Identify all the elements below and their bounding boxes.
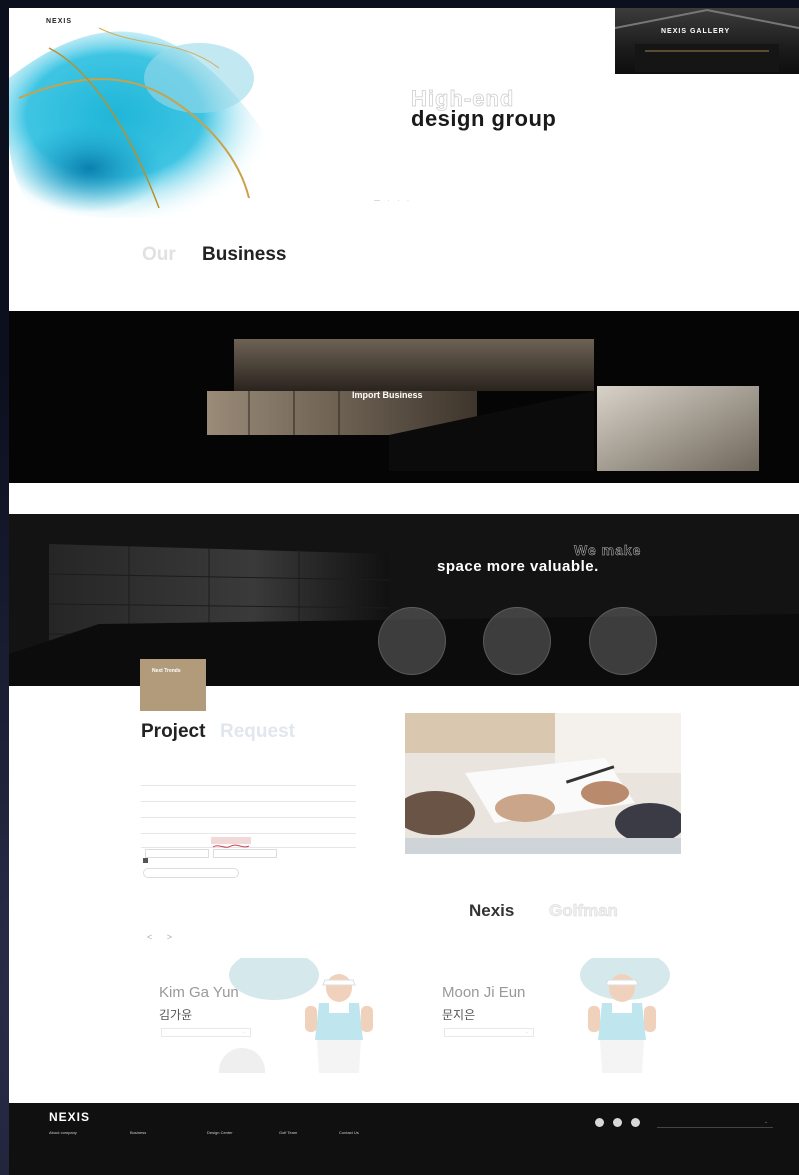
footer-col-golf[interactable]: Golf Team: [279, 1130, 297, 1135]
gallery-roof-art: [615, 8, 799, 72]
site-logo[interactable]: NEXIS: [46, 18, 72, 25]
value-circle-2[interactable]: [483, 607, 551, 675]
player-2-profile-button[interactable]: [444, 1028, 534, 1037]
trend-card[interactable]: [140, 659, 206, 711]
golfman-title-light: Golfman: [549, 901, 618, 921]
value-circle-3[interactable]: [589, 607, 657, 675]
meeting-photo: [405, 713, 681, 854]
sns-blog-icon[interactable]: [631, 1118, 640, 1127]
agree-checkbox[interactable]: [143, 858, 148, 863]
player-1-name-ko: 김가윤: [159, 1008, 193, 1022]
carousel-arrows[interactable]: < >: [147, 932, 178, 942]
player-card-1[interactable]: Kim Ga Yun 김가윤 →: [149, 958, 412, 1073]
space-headline: space more valuable.: [437, 558, 599, 575]
sns-youtube-icon[interactable]: [613, 1118, 622, 1127]
player-2-photo: [588, 974, 656, 1073]
business-title-light: Our: [142, 244, 176, 265]
form-divider: [141, 833, 356, 834]
hero-section: NEXIS NEXIS GALLERY High-end design grou…: [9, 8, 799, 226]
project-title-dark: Project: [141, 721, 206, 742]
submit-button[interactable]: [143, 868, 239, 878]
footer-col-design[interactable]: Design Center: [207, 1130, 233, 1135]
arrow-right-icon: →: [241, 1029, 246, 1035]
chevron-down-icon: ⌄: [764, 1119, 769, 1125]
watercolor-art: [9, 27, 276, 218]
gallery-card[interactable]: NEXIS GALLERY: [615, 8, 799, 74]
captcha-image: [211, 837, 251, 848]
golfman-title-dark: Nexis: [469, 901, 515, 920]
player-2-name-en: Moon Ji Eun: [442, 984, 526, 1001]
form-divider: [141, 817, 356, 818]
footer-col-business[interactable]: Business: [130, 1130, 146, 1135]
player-1-name-en: Kim Ga Yun: [159, 984, 239, 1001]
hero-slider-indicator[interactable]: — · · ·: [374, 198, 412, 204]
player-card-2[interactable]: Moon Ji Eun 문지은 →: [430, 958, 693, 1073]
sns-instagram-icon[interactable]: [595, 1118, 604, 1127]
value-circle-1[interactable]: [378, 607, 446, 675]
footer-col-contact[interactable]: Contact Us: [339, 1130, 359, 1135]
business-card-label: Import Business: [352, 390, 423, 400]
project-title-light: Request: [220, 721, 295, 742]
player-1-profile-button[interactable]: [161, 1028, 251, 1037]
player-card-1-deco-2: [219, 1048, 265, 1073]
arrow-right-icon: →: [524, 1029, 529, 1035]
business-title-dark: Business: [202, 244, 287, 265]
trend-card-title: Next Trends: [152, 668, 181, 674]
family-site-select[interactable]: [657, 1118, 773, 1128]
form-divider: [141, 785, 356, 786]
form-option-button-2[interactable]: [213, 849, 277, 858]
form-divider: [141, 801, 356, 802]
website-page: NEXIS NEXIS GALLERY High-end design grou…: [9, 8, 799, 1175]
footer-logo[interactable]: NEXIS: [49, 1110, 90, 1124]
footer-col-about[interactable]: About company: [49, 1130, 77, 1135]
meeting-photo-art: [405, 713, 681, 854]
hero-title: design group: [411, 106, 557, 131]
form-option-button-1[interactable]: [145, 849, 209, 858]
footer: [9, 1103, 799, 1175]
gallery-label: NEXIS GALLERY: [661, 28, 731, 35]
space-headline-outline: We make: [574, 542, 642, 559]
player-2-name-ko: 문지은: [442, 1008, 476, 1022]
player-1-photo: [305, 974, 373, 1073]
